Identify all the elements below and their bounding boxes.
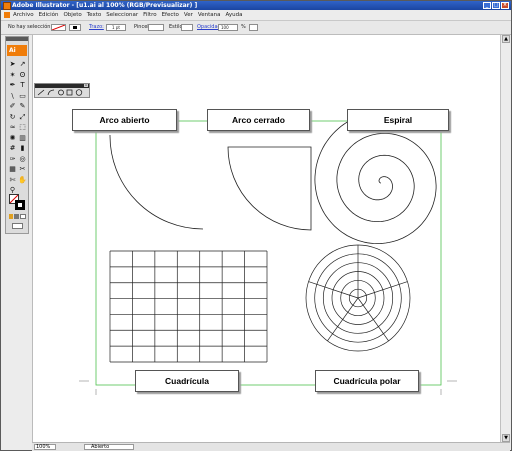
stroke-label[interactable]: Trazo:	[89, 21, 104, 34]
brush-dropdown[interactable]	[148, 24, 164, 31]
polar-spoke	[357, 281, 408, 299]
label-polar-grid: Cuadrícula polar	[315, 370, 419, 392]
menu-ayuda[interactable]: Ayuda	[226, 10, 243, 20]
zoom-level-field[interactable]: 100%	[34, 444, 56, 450]
scale-tool-icon[interactable]: ⤢	[18, 113, 27, 121]
tear-off-tool-strip: ×	[34, 83, 90, 98]
style-dropdown[interactable]	[181, 24, 193, 31]
opacity-percent: %	[241, 24, 246, 30]
paintbrush-tool-icon[interactable]: ✐	[8, 102, 17, 110]
symbol-sprayer-tool-icon[interactable]: ✺	[8, 134, 17, 142]
polar-spoke	[308, 281, 359, 299]
live-paint-tool-icon[interactable]: ▦	[8, 165, 17, 173]
menu-bar: Archivo Edición Objeto Texto Seleccionar…	[1, 10, 511, 21]
maximize-button[interactable]: □	[492, 2, 500, 9]
menu-ver[interactable]: Ver	[184, 10, 193, 20]
menu-texto[interactable]: Texto	[87, 10, 102, 20]
zoom-tool-icon[interactable]: ⚲	[8, 186, 17, 194]
rectangle-tool-icon[interactable]: ▭	[18, 92, 27, 100]
hand-tool-icon[interactable]: ✋	[18, 176, 27, 184]
close-button[interactable]: ×	[501, 2, 509, 9]
status-bar: 100% Abierto	[32, 442, 510, 451]
line-segment-tool-icon[interactable]	[37, 89, 45, 96]
application-window: Adobe Illustrator - [u1.ai al 100% (RGB/…	[0, 0, 512, 451]
control-menu-button[interactable]	[249, 24, 258, 31]
mesh-tool-icon[interactable]: #	[8, 144, 17, 152]
title-bar: Adobe Illustrator - [u1.ai al 100% (RGB/…	[1, 1, 511, 10]
blend-tool-icon[interactable]: ◎	[18, 155, 27, 163]
line-tool-icon[interactable]: \	[8, 92, 17, 100]
menu-archivo[interactable]: Archivo	[13, 10, 34, 20]
tools-panel: Ai ➤ ↗ ✶ ʘ ✒ T \ ▭ ✐ ✎ ↻ ⤢ ≈ ⬚ ✺ ▥ # ▮ ✑ ◎ ▦ ✂ ✄ ✋ ⚲	[5, 36, 29, 234]
polar-spoke	[357, 297, 389, 342]
label-closed-arc: Arco cerrado	[207, 109, 310, 131]
label-spiral: Espiral	[347, 109, 449, 131]
direct-selection-tool-icon[interactable]: ↗	[18, 60, 27, 68]
polar-grid-shape	[305, 244, 411, 352]
tools-panel-header[interactable]	[6, 37, 28, 41]
menu-ventana[interactable]: Ventana	[198, 10, 221, 20]
illustrator-app-icon	[3, 2, 11, 10]
free-transform-tool-icon[interactable]: ⬚	[18, 123, 27, 131]
graph-tool-icon[interactable]: ▥	[18, 134, 27, 142]
selection-status: No hay selección	[8, 24, 51, 30]
opacity-field[interactable]: 100	[218, 24, 238, 31]
artwork-svg	[79, 111, 457, 395]
rotate-tool-icon[interactable]: ↻	[8, 113, 17, 121]
slice-tool-icon[interactable]: ✂	[18, 165, 27, 173]
open-arc-shape	[109, 134, 204, 230]
status-tool-field[interactable]: Abierto	[84, 444, 134, 450]
ai-logo: Ai	[7, 45, 27, 56]
spiral-shape	[314, 111, 437, 245]
scroll-down-icon[interactable]: ▼	[502, 434, 510, 442]
stroke-weight-field[interactable]: 1 pt	[106, 24, 126, 31]
vertical-scrollbar[interactable]: ▲ ▼	[500, 35, 511, 442]
fill-swatch[interactable]	[51, 24, 66, 31]
lasso-tool-icon[interactable]: ʘ	[18, 71, 27, 79]
window-title: Adobe Illustrator - [u1.ai al 100% (RGB/…	[12, 2, 198, 9]
polar-grid-tool-icon[interactable]	[75, 89, 83, 96]
tool-strip-icons	[37, 89, 83, 96]
document-icon[interactable]	[4, 12, 10, 18]
type-tool-icon[interactable]: T	[18, 81, 27, 89]
pen-tool-icon[interactable]: ✒	[8, 81, 17, 89]
tool-strip-close-icon[interactable]: ×	[84, 84, 88, 87]
menu-edicion[interactable]: Edición	[39, 10, 59, 20]
spiral-tool-icon[interactable]	[58, 89, 64, 96]
artboard-guide	[95, 120, 442, 386]
scroll-up-icon[interactable]: ▲	[502, 35, 510, 43]
tool-strip-header[interactable]: ×	[35, 84, 89, 88]
closed-arc-shape	[227, 146, 312, 231]
screen-mode-button[interactable]	[12, 223, 23, 229]
pencil-tool-icon[interactable]: ✎	[18, 102, 27, 110]
color-mode-buttons[interactable]	[9, 214, 26, 219]
menu-objeto[interactable]: Objeto	[63, 10, 81, 20]
document-canvas[interactable]: Arco abierto Arco cerrado Espiral Cuadrí…	[32, 35, 501, 442]
selection-tool-icon[interactable]: ➤	[8, 60, 17, 68]
crop-marks	[79, 111, 457, 395]
magic-wand-tool-icon[interactable]: ✶	[8, 71, 17, 79]
polar-spoke	[327, 297, 359, 342]
eyedropper-tool-icon[interactable]: ✑	[8, 155, 17, 163]
label-grid: Cuadrícula	[135, 370, 239, 392]
rectangular-grid-shape	[109, 250, 268, 363]
spiral-path	[314, 111, 437, 245]
stroke-swatch[interactable]	[69, 24, 81, 31]
menu-seleccionar[interactable]: Seleccionar	[106, 10, 138, 20]
rectangular-grid-tool-icon[interactable]	[66, 89, 73, 96]
scissors-tool-icon[interactable]: ✄	[8, 176, 17, 184]
menu-efecto[interactable]: Efecto	[162, 10, 179, 20]
warp-tool-icon[interactable]: ≈	[8, 123, 17, 131]
gradient-tool-icon[interactable]: ▮	[18, 144, 27, 152]
control-bar: No hay selección Trazo: 1 pt Pincel: Est…	[1, 21, 511, 35]
label-open-arc: Arco abierto	[72, 109, 177, 131]
stroke-color-box[interactable]	[15, 200, 25, 210]
menu-filtro[interactable]: Filtro	[143, 10, 156, 20]
minimize-button[interactable]: _	[483, 2, 491, 9]
arc-tool-icon[interactable]	[47, 89, 55, 96]
